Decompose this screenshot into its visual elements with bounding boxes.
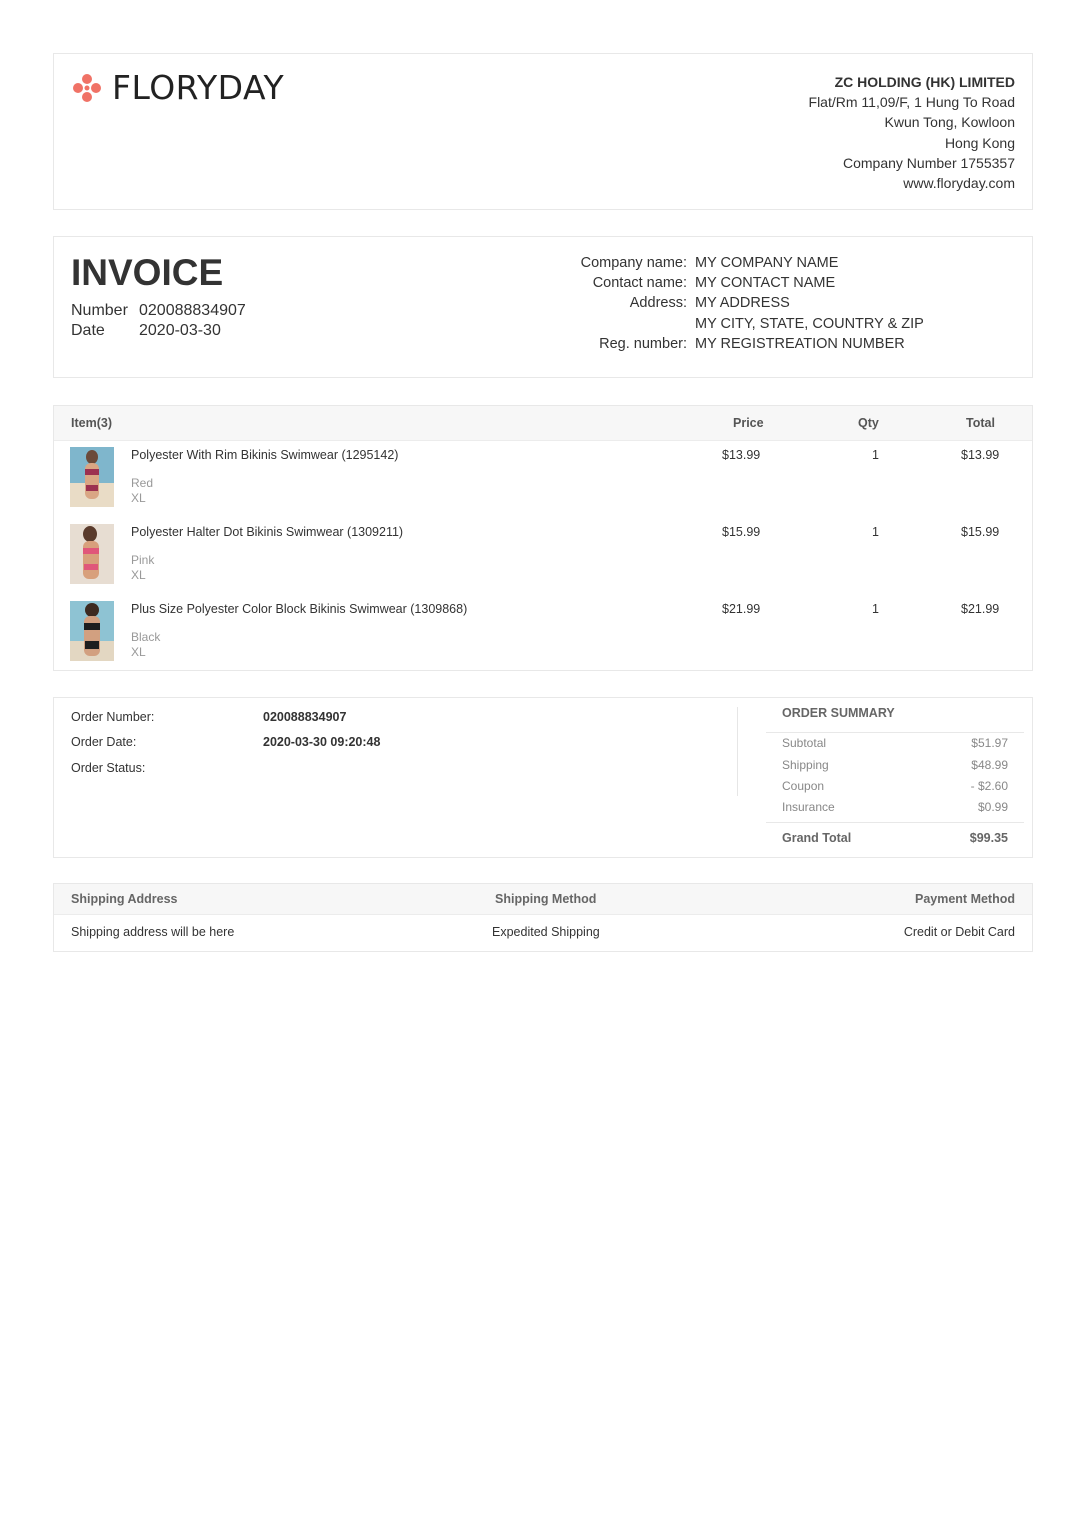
company-name: ZC HOLDING (HK) LIMITED	[834, 74, 1015, 90]
product-name: Polyester Halter Dot Bikinis Swimwear (1…	[131, 525, 404, 539]
shipping-address-header: Shipping Address	[71, 892, 178, 906]
product-qty: 1	[872, 448, 879, 462]
price-column-header: Price	[733, 416, 764, 430]
shipping-method: Expedited Shipping	[492, 925, 600, 939]
coupon-value: - $2.60	[970, 779, 1008, 793]
shipping-label: Shipping	[782, 758, 829, 772]
insurance-value: $0.99	[977, 800, 1008, 814]
shipping-address: Shipping address will be here	[71, 925, 235, 939]
client-address-label: Address:	[629, 295, 687, 312]
order-date-label: Order Date:	[71, 735, 137, 749]
product-qty: 1	[872, 602, 879, 616]
order-number-label: Order Number:	[71, 710, 155, 724]
company-website: www.floryday.com	[903, 175, 1015, 192]
invoice-date-label: Date	[71, 322, 105, 339]
insurance-label: Insurance	[782, 800, 835, 814]
shipping-value: $48.99	[971, 758, 1008, 772]
product-price: $15.99	[722, 525, 761, 539]
order-summary-title: ORDER SUMMARY	[782, 706, 895, 720]
divider	[737, 707, 738, 796]
shipping-payment-table: Shipping Address Shipping Method Payment…	[53, 883, 1033, 952]
product-size: XL	[131, 568, 146, 582]
flower-icon	[73, 73, 101, 102]
invoice-date: 2020-03-30	[139, 322, 221, 339]
table-row: Polyester Halter Dot Bikinis Swimwear (1…	[54, 518, 1032, 588]
product-total: $15.99	[961, 525, 1000, 539]
company-header: FLORYDAY ZC HOLDING (HK) LIMITED Flat/Rm…	[53, 53, 1033, 210]
subtotal-value: $51.97	[971, 736, 1008, 750]
divider	[766, 822, 1024, 823]
product-thumbnail[interactable]	[70, 447, 114, 507]
product-qty: 1	[872, 525, 879, 539]
payment-method: Credit or Debit Card	[903, 925, 1015, 939]
summary-subtotal-row: Subtotal $51.97	[782, 736, 1008, 750]
summary-shipping-row: Shipping $48.99	[782, 758, 1008, 772]
product-name: Plus Size Polyester Color Block Bikinis …	[131, 602, 468, 616]
order-status-row: Order Status:	[71, 761, 145, 775]
company-address-line: Kwun Tong, Kowloon	[884, 114, 1016, 131]
product-thumbnail[interactable]	[70, 601, 114, 661]
client-contact-label: Contact name:	[592, 275, 687, 292]
order-details: Order Number: 020088834907 Order Date: 2…	[53, 697, 1033, 858]
product-attributes: Black XL	[131, 630, 160, 660]
invoice-title: INVOICE	[71, 252, 224, 293]
order-status-label: Order Status:	[71, 761, 146, 775]
grand-total-row: Grand Total $99.35	[782, 831, 1008, 845]
shipping-header: Shipping Address Shipping Method Payment…	[54, 884, 1032, 915]
order-date: 2020-03-30 09:20:48	[263, 735, 381, 749]
product-color: Pink	[131, 553, 155, 567]
shipping-row: Shipping address will be here Expedited …	[54, 915, 1032, 953]
client-address: MY ADDRESS	[695, 295, 790, 312]
table-row: Plus Size Polyester Color Block Bikinis …	[54, 595, 1032, 665]
client-reg-label: Reg. number:	[599, 335, 687, 352]
company-address-line: Flat/Rm 11,09/F, 1 Hung To Road	[808, 94, 1015, 111]
table-row: Polyester With Rim Bikinis Swimwear (129…	[54, 441, 1032, 511]
product-color: Red	[131, 476, 154, 490]
company-number: Company Number 1755357	[843, 154, 1015, 171]
order-number: 020088834907	[263, 710, 347, 724]
company-address-line: Hong Kong	[944, 134, 1015, 151]
client-company: MY COMPANY NAME	[695, 255, 839, 271]
client-reg: MY REGISTREATION NUMBER	[695, 335, 905, 352]
grand-total-label: Grand Total	[782, 831, 852, 845]
product-name: Polyester With Rim Bikinis Swimwear (129…	[131, 448, 399, 462]
subtotal-label: Subtotal	[782, 736, 827, 750]
client-city: MY CITY, STATE, COUNTRY & ZIP	[695, 315, 924, 332]
client-details: Company name: MY COMPANY NAME Contact nam…	[544, 253, 924, 354]
qty-column-header: Qty	[858, 416, 879, 430]
product-size: XL	[131, 645, 146, 659]
product-size: XL	[131, 491, 146, 505]
product-color: Black	[131, 630, 161, 644]
client-company-label: Company name:	[580, 255, 687, 271]
invoice-block: INVOICE Number 020088834907 Date 2020-03-3…	[53, 236, 1033, 378]
brand-logo: FLORYDAY	[70, 68, 284, 107]
coupon-label: Coupon	[782, 779, 825, 793]
product-price: $13.99	[722, 448, 761, 462]
product-attributes: Red XL	[131, 476, 153, 506]
summary-coupon-row: Coupon - $2.60	[782, 779, 1008, 793]
product-total: $21.99	[961, 602, 1000, 616]
payment-method-header: Payment Method	[914, 892, 1015, 906]
items-header: Item(3) Price Qty Total	[54, 406, 1032, 441]
shipping-method-header: Shipping Method	[495, 892, 597, 906]
product-attributes: Pink XL	[131, 553, 154, 583]
product-price: $21.99	[722, 602, 761, 616]
items-table: Item(3) Price Qty Total Polyester With R…	[53, 405, 1033, 671]
product-total: $13.99	[961, 448, 1000, 462]
order-number-row: Order Number: 020088834907	[71, 710, 346, 724]
invoice-meta: Number 020088834907 Date 2020-03-30	[71, 301, 246, 341]
total-column-header: Total	[966, 416, 995, 430]
order-date-row: Order Date: 2020-03-30 09:20:48	[71, 735, 380, 749]
company-details: ZC HOLDING (HK) LIMITED Flat/Rm 11,09/F,…	[809, 72, 1015, 193]
grand-total-value: $99.35	[969, 831, 1008, 845]
brand-name: FLORYDAY	[112, 68, 285, 107]
summary-insurance-row: Insurance $0.99	[782, 800, 1008, 814]
invoice-number-label: Number	[71, 302, 128, 319]
client-contact: MY CONTACT NAME	[695, 275, 836, 292]
invoice-number: 020088834907	[139, 302, 246, 319]
divider	[766, 732, 1024, 733]
item-column-header: Item(3)	[71, 416, 112, 430]
product-thumbnail[interactable]	[70, 524, 114, 584]
